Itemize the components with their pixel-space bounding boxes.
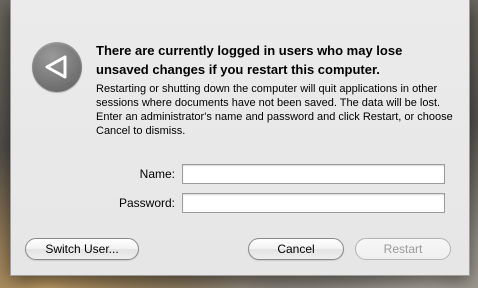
- alert-triangle-icon: [32, 42, 82, 92]
- name-field[interactable]: [182, 164, 445, 184]
- password-field[interactable]: [182, 193, 445, 213]
- password-label: Password:: [118, 196, 175, 210]
- name-label: Name:: [139, 167, 175, 181]
- dialog-message: Restarting or shutting down the computer…: [96, 83, 453, 137]
- switch-user-button[interactable]: Switch User...: [25, 238, 139, 260]
- restart-authentication-dialog: There are currently logged in users who …: [10, 0, 470, 276]
- cancel-button[interactable]: Cancel: [248, 238, 344, 260]
- dialog-title: There are currently logged in users who …: [96, 43, 403, 77]
- restart-button[interactable]: Restart: [355, 238, 451, 260]
